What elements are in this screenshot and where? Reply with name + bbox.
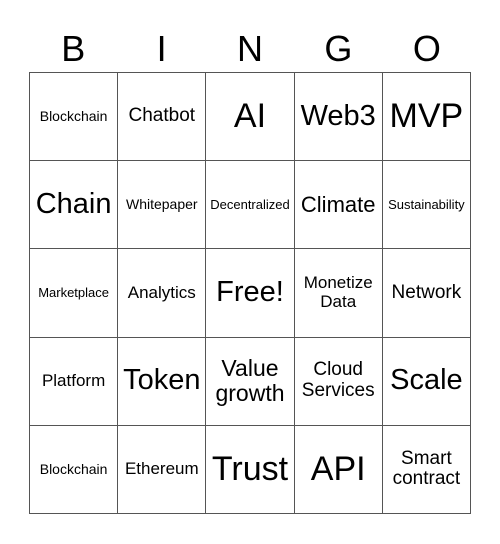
header-letter-b: B [61, 28, 86, 69]
bingo-cell[interactable]: Marketplace [30, 249, 119, 338]
bingo-cell[interactable]: AI [206, 73, 295, 162]
bingo-cell[interactable]: Scale [382, 337, 471, 426]
bingo-cell[interactable]: Network [382, 249, 471, 338]
bingo-header: B I N G O [29, 26, 471, 72]
bingo-cell[interactable]: Cloud Services [294, 337, 383, 426]
bingo-cell[interactable]: MVP [382, 73, 471, 162]
bingo-cell[interactable]: Analytics [118, 249, 207, 338]
bingo-cell[interactable]: Climate [294, 161, 383, 250]
bingo-cell[interactable]: Platform [30, 337, 119, 426]
header-letter-i: I [156, 28, 167, 69]
bingo-cell[interactable]: Whitepaper [118, 161, 207, 250]
bingo-cell[interactable]: Ethereum [118, 425, 207, 514]
bingo-cell[interactable]: Trust [206, 425, 295, 514]
bingo-cell[interactable]: Web3 [294, 73, 383, 162]
bingo-cell[interactable]: Decentralized [206, 161, 295, 250]
bingo-cell free-space[interactable]: Free! [206, 249, 295, 338]
bingo-cell[interactable]: Sustainability [382, 161, 471, 250]
bingo-cell[interactable]: Blockchain [30, 425, 119, 514]
header-letter-o: O [412, 28, 441, 69]
header-letter-g: G [324, 28, 353, 69]
bingo-cell[interactable]: Value growth [206, 337, 295, 426]
header-letter-n: N [237, 28, 264, 69]
bingo-grid: Blockchain Chatbot AI Web3 MVP Chain Whi… [29, 72, 471, 514]
bingo-cell[interactable]: Monetize Data [294, 249, 383, 338]
bingo-cell[interactable]: Chatbot [118, 73, 207, 162]
bingo-cell[interactable]: Chain [30, 161, 119, 250]
bingo-cell[interactable]: Token [118, 337, 207, 426]
bingo-cell[interactable]: Blockchain [30, 73, 119, 162]
bingo-cell[interactable]: API [294, 425, 383, 514]
bingo-cell[interactable]: Smart contract [382, 425, 471, 514]
